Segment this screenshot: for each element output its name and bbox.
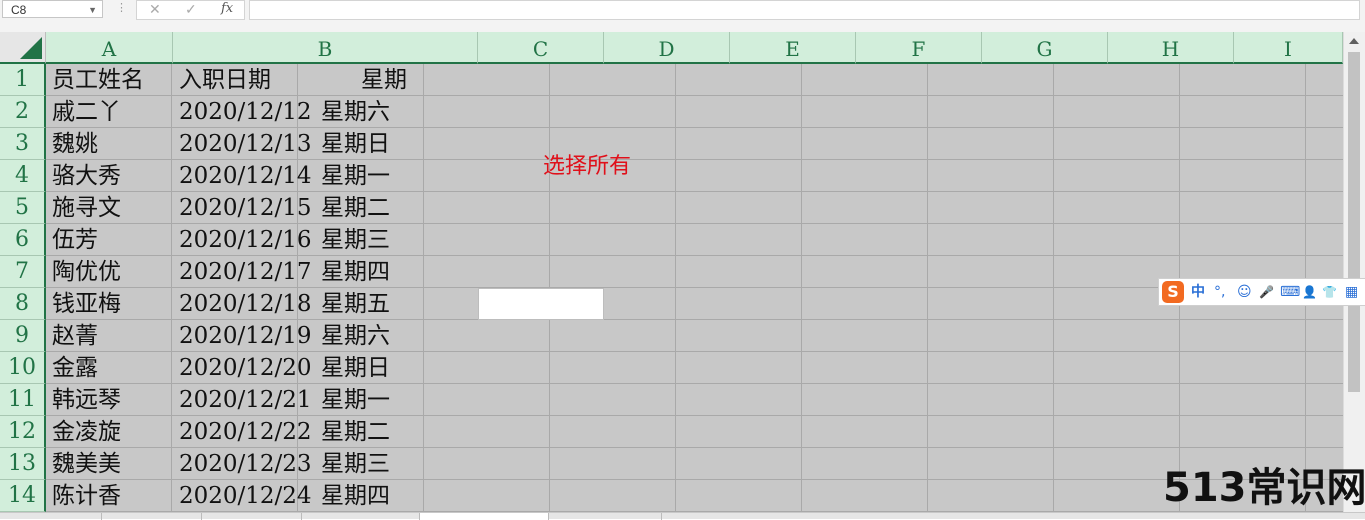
row-header-6[interactable]: 6 — [0, 224, 46, 256]
column-header-a[interactable]: A — [46, 32, 173, 64]
ime-toolbar: S 中 °, ☺ 🎤 ⌨ 👤 👕 ▦ — [1158, 278, 1365, 306]
cell-b2-weekday[interactable]: 星期六 — [315, 96, 475, 128]
cell-b5-weekday[interactable]: 星期二 — [315, 192, 475, 224]
cell-b14-date[interactable]: 2020/12/24 — [173, 480, 323, 512]
chinese-mode-icon[interactable]: 中 — [1191, 283, 1205, 301]
name-box[interactable]: C8 ▼ — [2, 0, 103, 18]
column-header-i[interactable]: I — [1234, 32, 1343, 64]
cell-a10[interactable]: 金露 — [46, 352, 173, 384]
cell-a9[interactable]: 赵菁 — [46, 320, 173, 352]
cell-a6[interactable]: 伍芳 — [46, 224, 173, 256]
cancel-icon[interactable]: ✕ — [149, 1, 161, 17]
cell-a14[interactable]: 陈计香 — [46, 480, 173, 512]
formula-input[interactable] — [249, 0, 1360, 20]
cell-b11-date[interactable]: 2020/12/21 — [173, 384, 323, 416]
cell-b9-date[interactable]: 2020/12/19 — [173, 320, 323, 352]
cell-a12[interactable]: 金凌旋 — [46, 416, 173, 448]
cell-b8-date[interactable]: 2020/12/18 — [173, 288, 323, 320]
cell-b7-weekday[interactable]: 星期四 — [315, 256, 475, 288]
row-header-14[interactable]: 14 — [0, 480, 46, 512]
cell-a4[interactable]: 骆大秀 — [46, 160, 173, 192]
cell-b6-date[interactable]: 2020/12/16 — [173, 224, 323, 256]
row-header-1[interactable]: 1 — [0, 64, 46, 96]
cell-b4-date[interactable]: 2020/12/14 — [173, 160, 323, 192]
annotation-text: 选择所有 — [543, 154, 632, 179]
cell-b10-weekday[interactable]: 星期日 — [315, 352, 475, 384]
column-header-b[interactable]: B — [173, 32, 478, 64]
row-header-5[interactable]: 5 — [0, 192, 46, 224]
cell-a1[interactable]: 员工姓名 — [46, 64, 173, 96]
column-header-e[interactable]: E — [730, 32, 856, 64]
row-header-8[interactable]: 8 — [0, 288, 46, 320]
row-header-7[interactable]: 7 — [0, 256, 46, 288]
column-header-h[interactable]: H — [1108, 32, 1234, 64]
column-header-f[interactable]: F — [856, 32, 982, 64]
splitter-handle[interactable]: ⋮ — [116, 0, 127, 16]
cell-b2-date[interactable]: 2020/12/12 — [173, 96, 323, 128]
sogou-logo-icon[interactable]: S — [1162, 281, 1184, 303]
cell-a5[interactable]: 施寻文 — [46, 192, 173, 224]
name-box-value: C8 — [11, 3, 27, 17]
cell-b8-weekday[interactable]: 星期五 — [315, 288, 475, 320]
column-header-c[interactable]: C — [478, 32, 604, 64]
column-header-d[interactable]: D — [604, 32, 730, 64]
skin-icon[interactable]: 👕 — [1322, 283, 1337, 301]
cell-b1[interactable]: 入职日期 — [173, 64, 323, 96]
cell-b11-weekday[interactable]: 星期一 — [315, 384, 475, 416]
row-header-13[interactable]: 13 — [0, 448, 46, 480]
vertical-scrollbar[interactable] — [1343, 32, 1365, 512]
select-all-button[interactable] — [0, 32, 46, 64]
sheet-tab-strip — [0, 512, 1365, 520]
keyboard-icon[interactable]: ⌨ — [1280, 283, 1300, 301]
row-header-9[interactable]: 9 — [0, 320, 46, 352]
cell-b9-weekday[interactable]: 星期六 — [315, 320, 475, 352]
cell-b4-weekday[interactable]: 星期一 — [315, 160, 475, 192]
cell-a11[interactable]: 韩远琴 — [46, 384, 173, 416]
cell-b10-date[interactable]: 2020/12/20 — [173, 352, 323, 384]
cell-b5-date[interactable]: 2020/12/15 — [173, 192, 323, 224]
cell-b12-weekday[interactable]: 星期二 — [315, 416, 475, 448]
cell-a8[interactable]: 钱亚梅 — [46, 288, 173, 320]
row-header-11[interactable]: 11 — [0, 384, 46, 416]
enter-icon[interactable]: ✓ — [185, 1, 197, 17]
row-header-2[interactable]: 2 — [0, 96, 46, 128]
cell-a13[interactable]: 魏美美 — [46, 448, 173, 480]
cell-a7[interactable]: 陶优优 — [46, 256, 173, 288]
row-header-3[interactable]: 3 — [0, 128, 46, 160]
cell-b1-weekday-header[interactable]: 星期 — [355, 64, 475, 96]
punctuation-icon[interactable]: °, — [1214, 283, 1225, 301]
cell-b3-date[interactable]: 2020/12/13 — [173, 128, 323, 160]
row-header-10[interactable]: 10 — [0, 352, 46, 384]
row-header-12[interactable]: 12 — [0, 416, 46, 448]
formula-bar: C8 ▼ ⋮ ✕ ✓ fx — [0, 0, 1365, 32]
cell-b13-date[interactable]: 2020/12/23 — [173, 448, 323, 480]
cell-b6-weekday[interactable]: 星期三 — [315, 224, 475, 256]
scrollbar-thumb[interactable] — [1348, 52, 1360, 392]
microphone-icon[interactable]: 🎤 — [1259, 283, 1274, 301]
insert-function-button[interactable]: fx — [221, 1, 233, 17]
cell-b12-date[interactable]: 2020/12/22 — [173, 416, 323, 448]
formula-buttons: ✕ ✓ fx — [136, 0, 245, 20]
cell-a2[interactable]: 戚二丫 — [46, 96, 173, 128]
active-cell-c8[interactable] — [478, 288, 604, 320]
user-icon[interactable]: 👤 — [1302, 283, 1317, 301]
cell-b14-weekday[interactable]: 星期四 — [315, 480, 475, 512]
cell-a3[interactable]: 魏姚 — [46, 128, 173, 160]
cell-b3-weekday[interactable]: 星期日 — [315, 128, 475, 160]
scroll-up-arrow-icon[interactable] — [1349, 38, 1359, 44]
cell-b7-date[interactable]: 2020/12/17 — [173, 256, 323, 288]
toolbox-icon[interactable]: ▦ — [1345, 283, 1358, 301]
row-header-4[interactable]: 4 — [0, 160, 46, 192]
cell-b13-weekday[interactable]: 星期三 — [315, 448, 475, 480]
watermark: 513常识网 — [1163, 465, 1365, 511]
emoji-icon[interactable]: ☺ — [1237, 283, 1252, 301]
column-header-g[interactable]: G — [982, 32, 1108, 64]
name-box-dropdown-icon[interactable]: ▼ — [88, 1, 97, 19]
